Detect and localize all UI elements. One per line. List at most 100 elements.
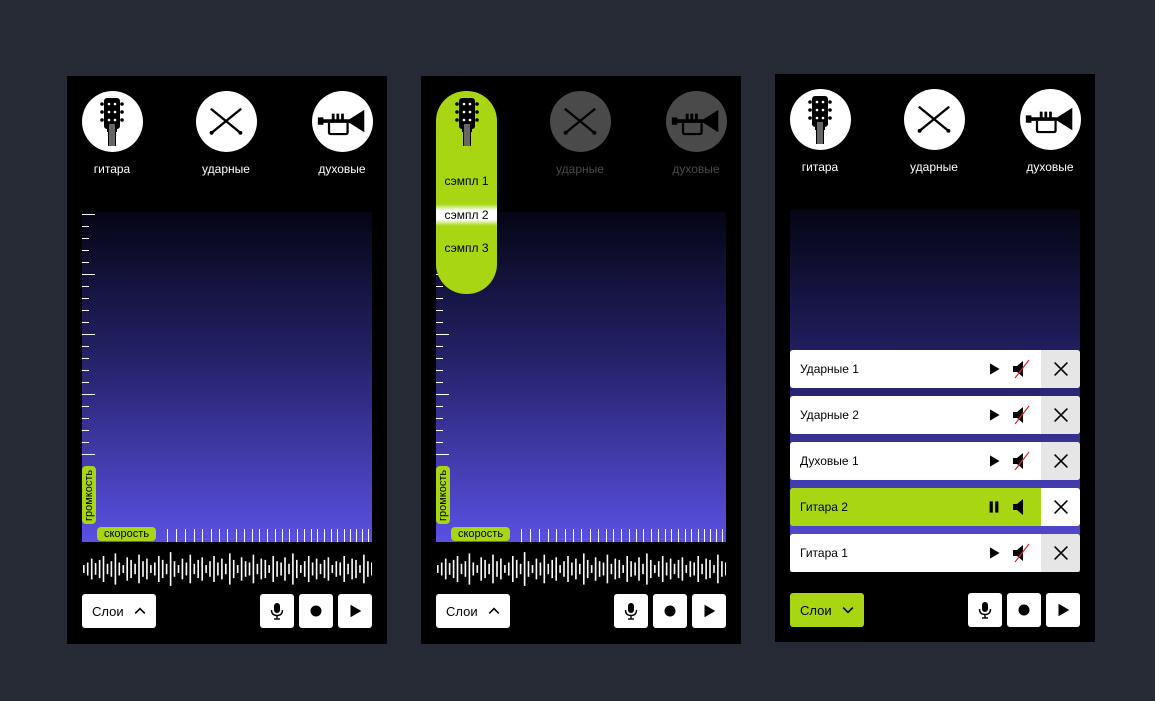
- ruler-tick: [521, 529, 522, 542]
- layer-row[interactable]: Ударные 2: [790, 396, 1080, 434]
- remove-layer-button[interactable]: [1041, 442, 1080, 480]
- sample-option[interactable]: сэмпл 3: [436, 237, 497, 259]
- instrument-drums[interactable]: ударные: [181, 91, 271, 176]
- wave-bar: [276, 561, 278, 577]
- speed-slider[interactable]: скорость: [97, 527, 157, 541]
- ruler-tick: [436, 430, 443, 431]
- ruler-tick: [324, 529, 326, 542]
- speaker-muted-icon[interactable]: [1011, 451, 1031, 471]
- mic-button[interactable]: [968, 593, 1002, 627]
- record-button[interactable]: [653, 594, 687, 628]
- wave-bar: [488, 563, 490, 575]
- speed-ruler: [521, 528, 726, 542]
- layer-row[interactable]: Ударные 1: [790, 350, 1080, 388]
- wave-bar: [472, 562, 475, 576]
- instrument-label: ударные: [910, 160, 958, 174]
- ruler-tick: [82, 322, 89, 323]
- trumpet-icon: [665, 91, 727, 152]
- record-button[interactable]: [1007, 593, 1041, 627]
- ruler-tick: [259, 529, 261, 542]
- mixing-area[interactable]: громкость скорость: [82, 212, 372, 542]
- remove-layer-button[interactable]: [1041, 350, 1080, 388]
- instrument-winds[interactable]: духовые: [651, 91, 741, 176]
- play-button[interactable]: [692, 594, 726, 628]
- wave-bar: [94, 563, 97, 575]
- ruler-tick: [436, 346, 443, 347]
- layers-button[interactable]: Слои: [436, 594, 510, 628]
- remove-layer-button[interactable]: [1041, 396, 1080, 434]
- wave-bar: [331, 565, 334, 573]
- mic-button[interactable]: [614, 594, 648, 628]
- wave-bar: [657, 561, 660, 577]
- play-icon[interactable]: [986, 361, 1002, 377]
- wave-bar: [240, 557, 243, 581]
- ruler-tick: [597, 529, 599, 542]
- instrument-winds[interactable]: духовые: [297, 91, 387, 176]
- ruler-tick: [82, 286, 89, 287]
- wave-bar: [654, 565, 656, 573]
- wave-bar: [177, 565, 180, 573]
- volume-slider[interactable]: громкость: [82, 466, 96, 524]
- wave-bar: [669, 558, 672, 580]
- remove-layer-button[interactable]: [1041, 534, 1080, 572]
- ruler-tick: [657, 529, 659, 542]
- instrument-drums[interactable]: ударные: [889, 89, 979, 174]
- remove-layer-button[interactable]: [1041, 488, 1080, 526]
- wave-bar: [606, 554, 609, 584]
- ruler-tick: [362, 529, 363, 542]
- speaker-muted-icon[interactable]: [1011, 405, 1031, 425]
- wave-bar: [634, 562, 636, 576]
- play-icon[interactable]: [986, 545, 1002, 561]
- sample-option[interactable]: сэмпл 1: [436, 170, 497, 192]
- wave-bar: [500, 558, 502, 580]
- speaker-muted-icon[interactable]: [1011, 543, 1031, 563]
- layers-button[interactable]: Слои: [82, 594, 156, 628]
- layer-name: Духовые 1: [800, 454, 859, 468]
- wave-bar: [169, 552, 172, 586]
- chevron-down-icon: [840, 602, 856, 618]
- instrument-guitar[interactable]: гитара: [67, 91, 157, 176]
- wave-bar: [351, 558, 353, 580]
- wave-bar: [355, 559, 357, 579]
- play-button[interactable]: [1046, 593, 1080, 627]
- wave-bar: [602, 562, 605, 576]
- layer-row[interactable]: Духовые 1: [790, 442, 1080, 480]
- guitar-icon[interactable]: [436, 91, 497, 152]
- mic-button[interactable]: [260, 594, 294, 628]
- wave-bar: [677, 559, 680, 579]
- volume-slider[interactable]: громкость: [436, 466, 450, 524]
- wave-bar: [102, 556, 105, 582]
- wave-bar: [90, 558, 93, 580]
- wave-bar: [622, 565, 624, 573]
- layer-row[interactable]: Гитара 1: [790, 534, 1080, 572]
- wave-bar: [535, 558, 538, 580]
- play-button[interactable]: [338, 594, 372, 628]
- record-icon: [660, 601, 680, 621]
- pause-icon[interactable]: [986, 499, 1002, 515]
- sample-option-selected[interactable]: сэмпл 2: [436, 204, 497, 226]
- wave-bar: [122, 565, 125, 573]
- instrument-drums[interactable]: ударные: [535, 91, 625, 176]
- instrument-label: духовые: [672, 162, 720, 176]
- speed-slider[interactable]: скорость: [451, 527, 511, 541]
- layer-row[interactable]: Гитара 2: [790, 488, 1080, 526]
- ruler-tick: [436, 358, 443, 359]
- wave-bar: [508, 562, 510, 576]
- ruler-tick: [678, 529, 680, 542]
- instrument-guitar[interactable]: гитара: [775, 89, 865, 174]
- sample-menu: сэмпл 1 сэмпл 2 сэмпл 3: [436, 91, 497, 294]
- chevron-up-icon: [486, 603, 502, 619]
- instrument-winds[interactable]: духовые: [1005, 89, 1095, 174]
- drumsticks-icon: [549, 91, 611, 152]
- record-button[interactable]: [299, 594, 333, 628]
- wave-bar: [646, 553, 648, 585]
- wave-bar: [661, 556, 664, 582]
- ruler-tick: [303, 529, 305, 542]
- speaker-muted-icon[interactable]: [1011, 359, 1031, 379]
- speaker-icon[interactable]: [1011, 497, 1031, 517]
- layers-button[interactable]: Слои: [790, 593, 864, 627]
- play-icon[interactable]: [986, 407, 1002, 423]
- play-icon[interactable]: [986, 453, 1002, 469]
- wave-bar: [343, 556, 345, 582]
- wave-bar: [464, 561, 467, 577]
